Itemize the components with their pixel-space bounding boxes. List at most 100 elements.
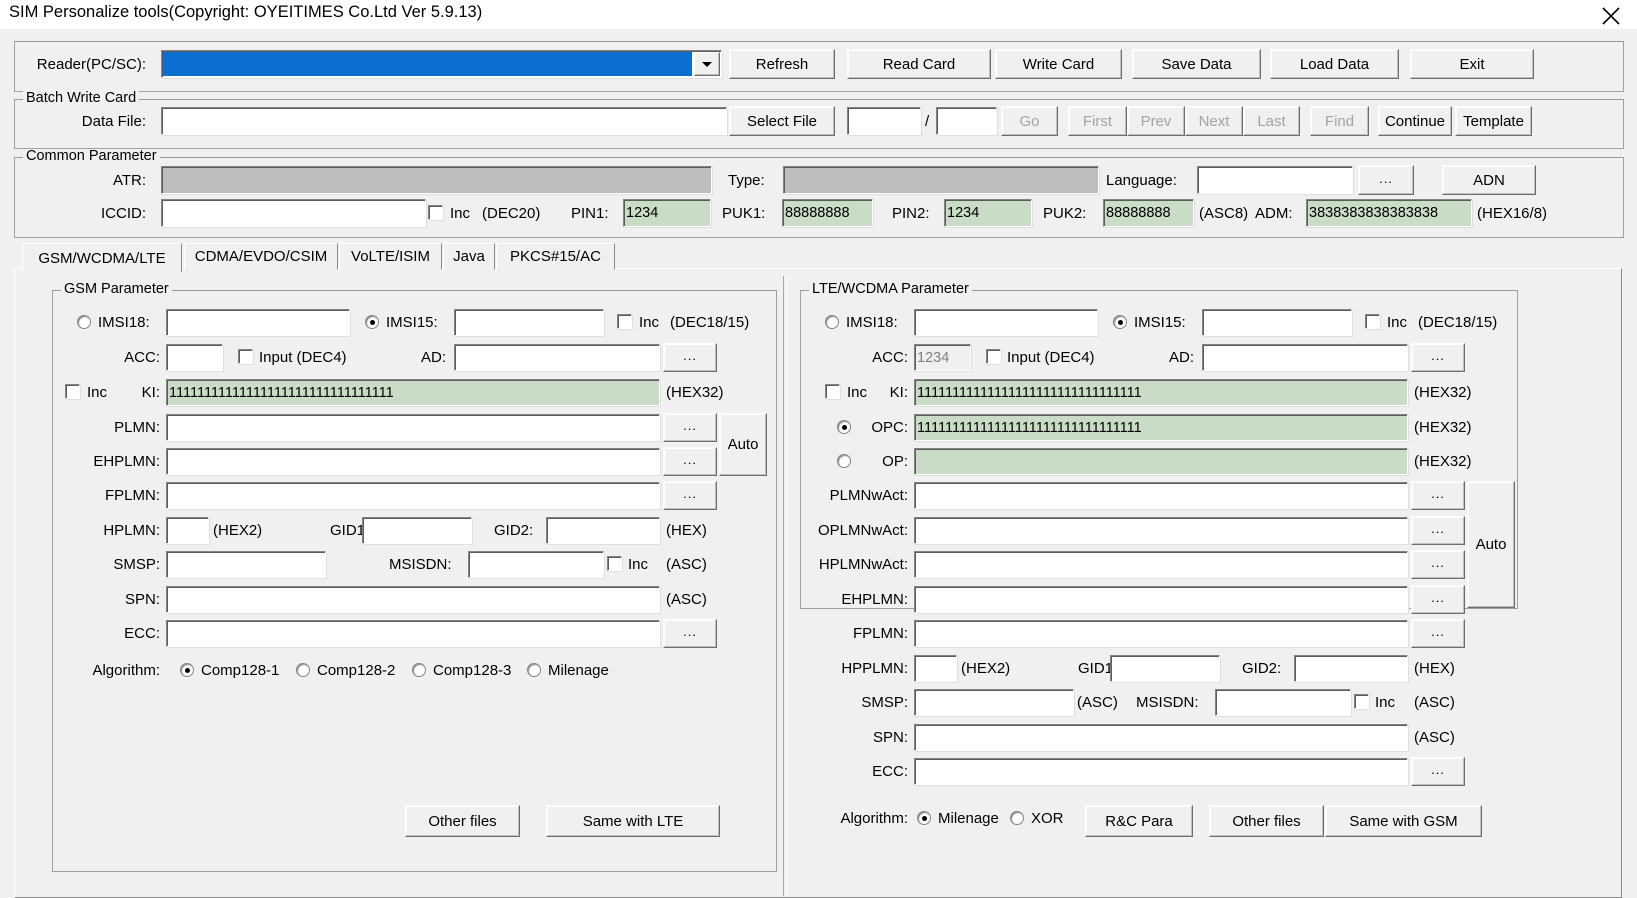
gsm-spn-input[interactable]	[166, 586, 660, 613]
iccid-input[interactable]	[161, 199, 426, 227]
gsm-imsi18-input[interactable]	[166, 309, 350, 336]
lte-auto-button[interactable]: Auto	[1467, 481, 1515, 608]
reader-select[interactable]	[161, 50, 722, 78]
lte-same-with-gsm-button[interactable]: Same with GSM	[1325, 805, 1482, 837]
lte-msisdn-inc-checkbox[interactable]	[1354, 694, 1369, 709]
puk1-input[interactable]: 88888888	[782, 199, 873, 227]
lte-ad-input[interactable]	[1202, 344, 1408, 371]
first-button[interactable]: First	[1068, 106, 1127, 136]
lte-plmnwact-browse-button[interactable]: ...	[1411, 481, 1465, 510]
lte-spn-input[interactable]	[914, 724, 1408, 751]
chevron-down-icon[interactable]	[694, 52, 720, 76]
lte-oplmnwact-input[interactable]	[914, 517, 1408, 544]
gsm-plmn-input[interactable]	[166, 414, 660, 441]
batch-index-input[interactable]	[847, 107, 921, 135]
gsm-gid1-input[interactable]	[362, 517, 472, 544]
gsm-other-files-button[interactable]: Other files	[405, 805, 520, 837]
continue-button[interactable]: Continue	[1378, 106, 1452, 136]
lte-hplmnwact-browse-button[interactable]: ...	[1411, 550, 1465, 579]
gsm-fplmn-input[interactable]	[166, 482, 660, 509]
tab-cdma-evdo-csim[interactable]: CDMA/EVDO/CSIM	[184, 243, 338, 270]
gsm-ecc-input[interactable]	[166, 620, 660, 647]
lte-imsi15-input[interactable]	[1202, 309, 1352, 336]
lte-smsp-input[interactable]	[914, 689, 1074, 716]
lte-imsi15-radio[interactable]	[1113, 315, 1127, 329]
lte-opc-radio[interactable]	[837, 420, 851, 434]
lte-gid1-input[interactable]	[1110, 655, 1220, 682]
lte-oplmnwact-browse-button[interactable]: ...	[1411, 516, 1465, 545]
gsm-auto-button[interactable]: Auto	[719, 413, 767, 476]
lte-ki-inc-checkbox[interactable]	[825, 384, 840, 399]
select-file-button[interactable]: Select File	[729, 106, 835, 136]
language-input[interactable]	[1197, 166, 1353, 194]
lte-imsi18-input[interactable]	[914, 309, 1098, 336]
lte-fplmn-input[interactable]	[914, 620, 1408, 647]
next-button[interactable]: Next	[1185, 106, 1243, 136]
gsm-gid2-input[interactable]	[546, 517, 660, 544]
lte-msisdn-input[interactable]	[1215, 689, 1351, 716]
lte-imsi18-radio[interactable]	[825, 315, 839, 329]
lte-opc-input[interactable]: 11111111111111111111111111111111	[914, 414, 1408, 441]
find-button[interactable]: Find	[1310, 106, 1369, 136]
gsm-acc-input[interactable]	[166, 344, 223, 371]
lte-imsi-inc-checkbox[interactable]	[1365, 314, 1380, 329]
lte-hplmnwact-input[interactable]	[914, 551, 1408, 578]
gsm-imsi15-input[interactable]	[454, 309, 604, 336]
lte-fplmn-browse-button[interactable]: ...	[1411, 619, 1465, 648]
lte-algorithm-milenage-radio[interactable]	[917, 811, 931, 825]
gsm-smsp-input[interactable]	[166, 551, 326, 578]
gsm-algorithm-comp128-3-radio[interactable]	[412, 663, 426, 677]
go-button[interactable]: Go	[1001, 106, 1058, 136]
prev-button[interactable]: Prev	[1127, 106, 1185, 136]
last-button[interactable]: Last	[1243, 106, 1300, 136]
gsm-fplmn-browse-button[interactable]: ...	[663, 481, 717, 510]
tab-pkcs15-ac[interactable]: PKCS#15/AC	[496, 243, 615, 270]
gsm-imsi-inc-checkbox[interactable]	[617, 314, 632, 329]
gsm-ecc-browse-button[interactable]: ...	[663, 619, 717, 648]
gsm-ki-inc-checkbox[interactable]	[65, 384, 80, 399]
gsm-ad-browse-button[interactable]: ...	[663, 343, 717, 372]
load-data-button[interactable]: Load Data	[1270, 49, 1399, 79]
save-data-button[interactable]: Save Data	[1132, 49, 1261, 79]
lte-algorithm-xor-radio[interactable]	[1010, 811, 1024, 825]
gsm-same-with-lte-button[interactable]: Same with LTE	[546, 805, 720, 837]
lte-plmnwact-input[interactable]	[914, 482, 1408, 509]
write-card-button[interactable]: Write Card	[995, 49, 1122, 79]
template-button[interactable]: Template	[1455, 106, 1532, 136]
read-card-button[interactable]: Read Card	[847, 49, 991, 79]
gsm-algorithm-comp128-1-radio[interactable]	[180, 663, 194, 677]
lte-other-files-button[interactable]: Other files	[1209, 805, 1324, 837]
lte-rc-para-button[interactable]: R&C Para	[1085, 805, 1193, 837]
gsm-ehplmn-input[interactable]	[166, 448, 660, 475]
lte-acc-input-checkbox[interactable]	[986, 349, 1001, 364]
tab-gsm-wcdma-lte[interactable]: GSM/WCDMA/LTE	[22, 243, 182, 273]
gsm-algorithm-milenage-radio[interactable]	[527, 663, 541, 677]
lte-ehplmn-input[interactable]	[914, 586, 1408, 613]
gsm-hplmn-input[interactable]	[166, 517, 209, 544]
lte-op-radio[interactable]	[837, 454, 851, 468]
lte-op-input[interactable]	[914, 448, 1408, 475]
gsm-msisdn-input[interactable]	[468, 551, 604, 578]
gsm-algorithm-comp128-2-radio[interactable]	[296, 663, 310, 677]
pin1-input[interactable]: 1234	[623, 199, 711, 227]
lte-ad-browse-button[interactable]: ...	[1411, 343, 1465, 372]
refresh-button[interactable]: Refresh	[729, 49, 835, 79]
gsm-acc-input-checkbox[interactable]	[238, 349, 253, 364]
gsm-msisdn-inc-checkbox[interactable]	[607, 556, 622, 571]
lte-gid2-input[interactable]	[1294, 655, 1408, 682]
gsm-imsi15-radio[interactable]	[365, 315, 379, 329]
gsm-ki-input[interactable]: 11111111111111111111111111111111	[166, 379, 660, 406]
gsm-ad-input[interactable]	[454, 344, 660, 371]
lte-ki-input[interactable]: 11111111111111111111111111111111	[914, 379, 1408, 406]
language-browse-button[interactable]: ...	[1358, 165, 1414, 195]
pin2-input[interactable]: 1234	[944, 199, 1032, 227]
adn-button[interactable]: ADN	[1442, 165, 1536, 195]
batch-total-input[interactable]	[936, 107, 997, 135]
close-icon[interactable]	[1587, 0, 1637, 29]
tab-java[interactable]: Java	[443, 243, 495, 270]
gsm-ehplmn-browse-button[interactable]: ...	[663, 447, 717, 476]
puk2-input[interactable]: 88888888	[1103, 199, 1194, 227]
data-file-input[interactable]	[161, 107, 727, 135]
iccid-inc-checkbox[interactable]	[428, 205, 443, 220]
gsm-plmn-browse-button[interactable]: ...	[663, 413, 717, 442]
